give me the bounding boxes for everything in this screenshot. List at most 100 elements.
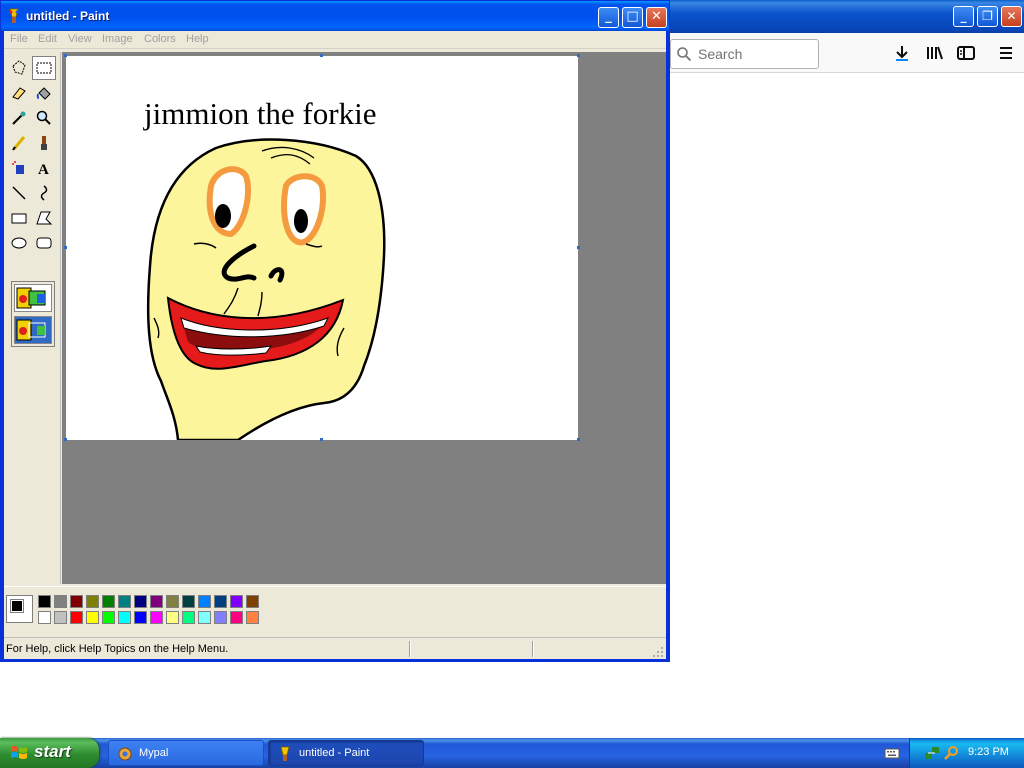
color-swatch[interactable]	[102, 595, 115, 608]
fill-tool[interactable]	[32, 81, 56, 105]
eraser-tool[interactable]	[7, 81, 31, 105]
fill-bucket-icon	[36, 87, 51, 100]
browser-minimize-button[interactable]: _	[953, 6, 974, 27]
paint-app-icon	[9, 8, 19, 23]
sidebar-icon[interactable]	[956, 43, 976, 63]
download-icon[interactable]	[892, 43, 912, 63]
canvas-handle[interactable]	[577, 438, 580, 441]
canvas-handle	[64, 54, 67, 57]
foreground-color	[10, 599, 24, 613]
color-swatch[interactable]	[86, 611, 99, 624]
paint-window: untitled - Paint _ □ ✕ File Edit View Im…	[0, 0, 670, 662]
task-mypal[interactable]: Mypal	[108, 740, 264, 766]
color-swatch[interactable]	[246, 595, 259, 608]
svg-text:A: A	[38, 162, 49, 177]
color-swatch[interactable]	[70, 611, 83, 624]
tool-options	[11, 281, 55, 347]
browser-close-button[interactable]: ✕	[1001, 6, 1022, 27]
color-picker-tool[interactable]	[7, 106, 31, 130]
library-icon[interactable]	[924, 43, 944, 63]
status-separator	[532, 641, 533, 657]
color-swatch[interactable]	[102, 611, 115, 624]
transparent-option[interactable]	[14, 316, 52, 344]
color-swatch[interactable]	[150, 611, 163, 624]
search-tray-icon[interactable]	[944, 745, 960, 761]
drawing-canvas[interactable]: jimmion the forkie	[66, 56, 578, 442]
color-swatch[interactable]	[134, 611, 147, 624]
start-button[interactable]: start	[0, 738, 99, 768]
pencil-tool[interactable]	[7, 131, 31, 155]
keyboard-icon[interactable]	[884, 746, 900, 760]
color-swatch[interactable]	[198, 611, 211, 624]
eraser-icon	[12, 87, 26, 100]
menu-edit[interactable]: Edit	[38, 33, 57, 45]
paint-task-icon	[280, 746, 290, 761]
color-swatch[interactable]	[38, 595, 51, 608]
maximize-button[interactable]: □	[622, 7, 643, 28]
menu-colors[interactable]: Colors	[144, 33, 176, 45]
color-swatch[interactable]	[134, 595, 147, 608]
task-paint[interactable]: untitled - Paint	[268, 740, 424, 766]
color-swatch[interactable]	[70, 595, 83, 608]
browser-restore-button[interactable]: ❐	[977, 6, 998, 27]
color-swatch[interactable]	[214, 595, 227, 608]
clock: 9:23 PM	[968, 746, 1009, 758]
menu-file[interactable]: File	[10, 33, 28, 45]
color-swatch[interactable]	[246, 611, 259, 624]
paint-titlebar[interactable]: untitled - Paint _ □ ✕	[1, 1, 669, 31]
color-swatch[interactable]	[166, 611, 179, 624]
browser-search-box[interactable]: Search	[670, 39, 819, 69]
color-swatch[interactable]	[118, 595, 131, 608]
rounded-rectangle-tool[interactable]	[32, 231, 56, 255]
free-select-icon	[12, 60, 26, 75]
text-icon: A	[38, 162, 49, 177]
rect-select-icon	[36, 62, 52, 74]
rectangle-tool[interactable]	[7, 206, 31, 230]
menu-image[interactable]: Image	[102, 33, 133, 45]
color-palette	[4, 586, 666, 632]
brush-tool[interactable]	[32, 131, 56, 155]
color-swatch[interactable]	[198, 595, 211, 608]
menu-help[interactable]: Help	[186, 33, 209, 45]
color-swatch[interactable]	[214, 611, 227, 624]
polygon-icon	[36, 211, 53, 225]
menu-view[interactable]: View	[68, 33, 92, 45]
rectangle-icon	[11, 213, 27, 224]
minimize-button[interactable]: _	[598, 7, 619, 28]
airbrush-tool[interactable]	[7, 156, 31, 180]
menu-icon[interactable]	[996, 43, 1016, 63]
color-swatch[interactable]	[230, 595, 243, 608]
status-help-text: For Help, click Help Topics on the Help …	[6, 643, 229, 655]
line-tool[interactable]	[7, 181, 31, 205]
free-select-tool[interactable]	[7, 56, 31, 80]
color-swatch[interactable]	[150, 595, 163, 608]
color-swatch[interactable]	[38, 611, 51, 624]
color-swatch[interactable]	[230, 611, 243, 624]
color-swatch[interactable]	[182, 595, 195, 608]
rect-select-tool[interactable]	[32, 56, 56, 80]
color-swatch[interactable]	[166, 595, 179, 608]
color-swatch[interactable]	[54, 595, 67, 608]
network-icon[interactable]	[924, 745, 940, 761]
resize-grip-icon[interactable]	[652, 646, 664, 658]
canvas-handle	[64, 246, 67, 249]
canvas-handle[interactable]	[577, 246, 580, 249]
canvas-handle[interactable]	[320, 438, 323, 441]
current-colors[interactable]	[6, 595, 33, 623]
magnifier-tool[interactable]	[32, 106, 56, 130]
text-tool[interactable]: A	[32, 156, 56, 180]
paint-title: untitled - Paint	[26, 9, 110, 23]
search-icon	[677, 47, 692, 62]
close-button[interactable]: ✕	[646, 7, 667, 28]
opaque-option[interactable]	[14, 284, 52, 312]
color-swatch[interactable]	[54, 611, 67, 624]
status-bar: For Help, click Help Topics on the Help …	[4, 637, 666, 659]
curve-tool[interactable]	[32, 181, 56, 205]
color-swatch[interactable]	[182, 611, 195, 624]
color-swatch[interactable]	[118, 611, 131, 624]
system-tray: 9:23 PM	[909, 738, 1024, 768]
ellipse-tool[interactable]	[7, 231, 31, 255]
polygon-tool[interactable]	[32, 206, 56, 230]
color-swatch[interactable]	[86, 595, 99, 608]
start-label: start	[34, 742, 71, 761]
